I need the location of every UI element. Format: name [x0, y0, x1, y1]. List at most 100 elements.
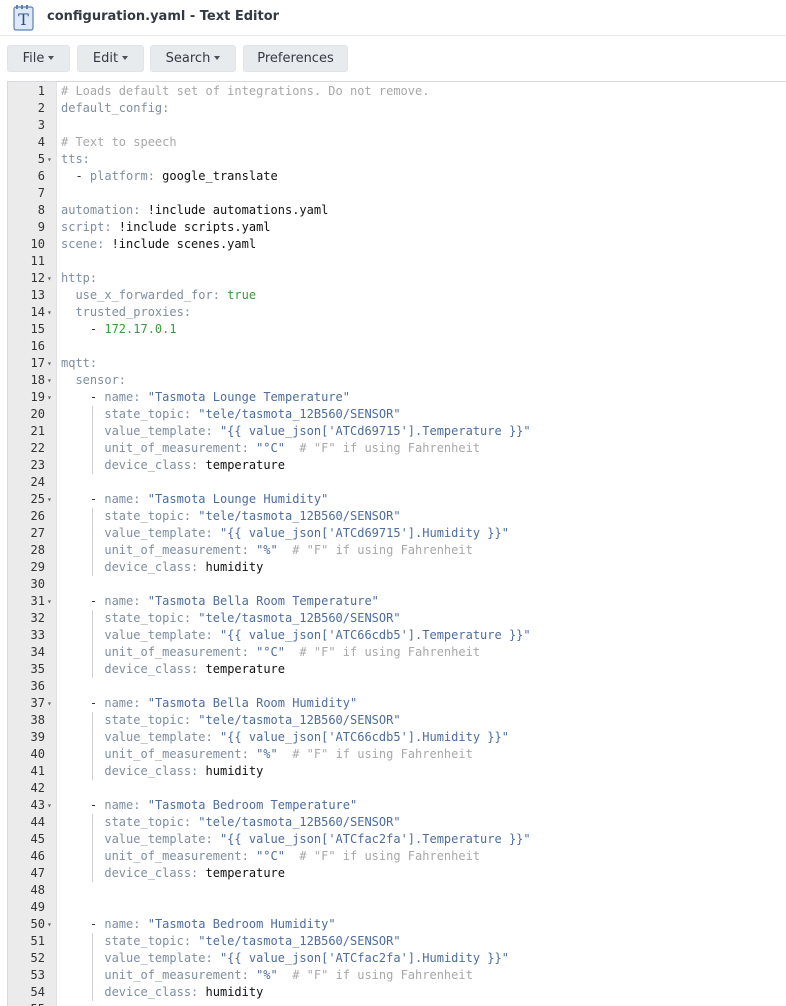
fold-toggle-icon[interactable]: ▾	[47, 593, 52, 610]
line-number: 1	[37, 84, 45, 98]
code-line[interactable]: 4 # Text to speech	[8, 134, 786, 151]
code-line[interactable]: 12 ▾ http:	[8, 270, 786, 287]
file-menu-label: File	[22, 51, 45, 66]
line-number: 8	[37, 203, 45, 217]
code-line[interactable]: 46 unit_of_measurement: "°C" # "F" if us…	[8, 848, 786, 865]
code-text: state_topic: "tele/tasmota_12B560/SENSOR…	[104, 713, 401, 727]
code-line[interactable]: 20 state_topic: "tele/tasmota_12B560/SEN…	[8, 406, 786, 423]
code-line[interactable]: 23 device_class: temperature	[8, 457, 786, 474]
code-line[interactable]: 19 ▾ - name: "Tasmota Lounge Temperature"	[8, 389, 786, 406]
code-line[interactable]: 17 ▾ mqtt:	[8, 355, 786, 372]
code-line[interactable]: 7	[8, 185, 786, 202]
code-line[interactable]: 44 state_topic: "tele/tasmota_12B560/SEN…	[8, 814, 786, 831]
code-line[interactable]: 32 state_topic: "tele/tasmota_12B560/SEN…	[8, 610, 786, 627]
line-number: 31	[30, 594, 45, 608]
code-text: script: !include scripts.yaml	[61, 220, 271, 234]
code-line[interactable]: 51 state_topic: "tele/tasmota_12B560/SEN…	[8, 933, 786, 950]
code-text: value_template: "{{ value_json['ATC66cdb…	[104, 730, 509, 744]
fold-toggle-icon[interactable]: ▾	[47, 389, 52, 406]
code-line[interactable]: 48	[8, 882, 786, 899]
code-line[interactable]: 27 value_template: "{{ value_json['ATCd6…	[8, 525, 786, 542]
code-line[interactable]: 38 state_topic: "tele/tasmota_12B560/SEN…	[8, 712, 786, 729]
code-text: unit_of_measurement: "%" # "F" if using …	[104, 968, 473, 982]
code-line[interactable]: 30	[8, 576, 786, 593]
code-line[interactable]: 24	[8, 474, 786, 491]
line-number: 35	[30, 662, 45, 676]
code-text: http:	[61, 271, 98, 285]
code-line[interactable]: 39 value_template: "{{ value_json['ATC66…	[8, 729, 786, 746]
code-line[interactable]: 50 ▾ - name: "Tasmota Bedroom Humidity"	[8, 916, 786, 933]
line-number: 53	[30, 968, 45, 982]
code-line[interactable]: 53 unit_of_measurement: "%" # "F" if usi…	[8, 967, 786, 984]
code-editor[interactable]: 1 # Loads default set of integrations. Do…	[7, 81, 786, 1006]
fold-toggle-icon[interactable]: ▾	[47, 304, 52, 321]
code-line[interactable]: 9 script: !include scripts.yaml	[8, 219, 786, 236]
code-line[interactable]: 54 device_class: humidity	[8, 984, 786, 1001]
code-line[interactable]: 41 device_class: humidity	[8, 763, 786, 780]
code-line[interactable]: 47 device_class: temperature	[8, 865, 786, 882]
code-line[interactable]: 37 ▾ - name: "Tasmota Bella Room Humidity…	[8, 695, 786, 712]
code-line[interactable]: 5 ▾ tts:	[8, 151, 786, 168]
fold-toggle-icon[interactable]: ▾	[47, 151, 52, 168]
line-number: 6	[37, 169, 45, 183]
edit-menu-button[interactable]: Edit	[77, 45, 144, 72]
line-number: 18	[30, 373, 45, 387]
code-line[interactable]: 22 unit_of_measurement: "°C" # "F" if us…	[8, 440, 786, 457]
fold-toggle-icon[interactable]: ▾	[47, 372, 52, 389]
file-menu-button[interactable]: File	[7, 45, 70, 72]
code-line[interactable]: 8 automation: !include automations.yaml	[8, 202, 786, 219]
fold-toggle-icon[interactable]: ▾	[47, 270, 52, 287]
code-line[interactable]: 2 default_config:	[8, 100, 786, 117]
code-text: value_template: "{{ value_json['ATCfac2f…	[104, 832, 531, 846]
code-line[interactable]: 55	[8, 1001, 786, 1006]
fold-toggle-icon[interactable]: ▾	[47, 695, 52, 712]
text-editor-icon: T	[13, 5, 34, 31]
code-line[interactable]: 14 ▾ trusted_proxies:	[8, 304, 786, 321]
line-number: 34	[30, 645, 45, 659]
code-line[interactable]: 52 value_template: "{{ value_json['ATCfa…	[8, 950, 786, 967]
code-text: device_class: humidity	[104, 560, 264, 574]
code-text: state_topic: "tele/tasmota_12B560/SENSOR…	[104, 611, 401, 625]
code-line[interactable]: 25 ▾ - name: "Tasmota Lounge Humidity"	[8, 491, 786, 508]
preferences-button[interactable]: Preferences	[243, 45, 348, 72]
chevron-down-icon	[122, 55, 129, 60]
code-text: mqtt:	[61, 356, 98, 370]
code-line[interactable]: 36	[8, 678, 786, 695]
code-line[interactable]: 43 ▾ - name: "Tasmota Bedroom Temperature…	[8, 797, 786, 814]
code-text: state_topic: "tele/tasmota_12B560/SENSOR…	[104, 509, 401, 523]
code-line[interactable]: 31 ▾ - name: "Tasmota Bella Room Temperat…	[8, 593, 786, 610]
search-menu-button[interactable]: Search	[150, 45, 236, 72]
code-line[interactable]: 16	[8, 338, 786, 355]
fold-toggle-icon[interactable]: ▾	[47, 355, 52, 372]
code-line[interactable]: 11	[8, 253, 786, 270]
code-line[interactable]: 40 unit_of_measurement: "%" # "F" if usi…	[8, 746, 786, 763]
code-line[interactable]: 42	[8, 780, 786, 797]
code-line[interactable]: 28 unit_of_measurement: "%" # "F" if usi…	[8, 542, 786, 559]
code-line[interactable]: 45 value_template: "{{ value_json['ATCfa…	[8, 831, 786, 848]
code-line[interactable]: 26 state_topic: "tele/tasmota_12B560/SEN…	[8, 508, 786, 525]
code-line[interactable]: 3	[8, 117, 786, 134]
code-line[interactable]: 29 device_class: humidity	[8, 559, 786, 576]
code-text: - name: "Tasmota Lounge Humidity"	[61, 492, 329, 506]
code-line[interactable]: 18 ▾ sensor:	[8, 372, 786, 389]
fold-toggle-icon[interactable]: ▾	[47, 916, 52, 933]
code-line[interactable]: 33 value_template: "{{ value_json['ATC66…	[8, 627, 786, 644]
code-line[interactable]: 15 - 172.17.0.1	[8, 321, 786, 338]
code-text: default_config:	[61, 101, 170, 115]
line-number: 30	[30, 577, 45, 591]
line-number: 16	[30, 339, 45, 353]
code-line[interactable]: 13 use_x_forwarded_for: true	[8, 287, 786, 304]
code-line[interactable]: 35 device_class: temperature	[8, 661, 786, 678]
line-number: 50	[30, 917, 45, 931]
code-line[interactable]: 49	[8, 899, 786, 916]
fold-toggle-icon[interactable]: ▾	[47, 797, 52, 814]
fold-toggle-icon[interactable]: ▾	[47, 491, 52, 508]
code-text: use_x_forwarded_for: true	[75, 288, 257, 302]
code-line[interactable]: 10 scene: !include scenes.yaml	[8, 236, 786, 253]
code-line[interactable]: 6 - platform: google_translate	[8, 168, 786, 185]
code-line[interactable]: 1 # Loads default set of integrations. Do…	[8, 83, 786, 100]
code-text: unit_of_measurement: "°C" # "F" if using…	[104, 849, 481, 863]
code-line[interactable]: 34 unit_of_measurement: "°C" # "F" if us…	[8, 644, 786, 661]
line-number: 11	[30, 254, 45, 268]
code-line[interactable]: 21 value_template: "{{ value_json['ATCd6…	[8, 423, 786, 440]
